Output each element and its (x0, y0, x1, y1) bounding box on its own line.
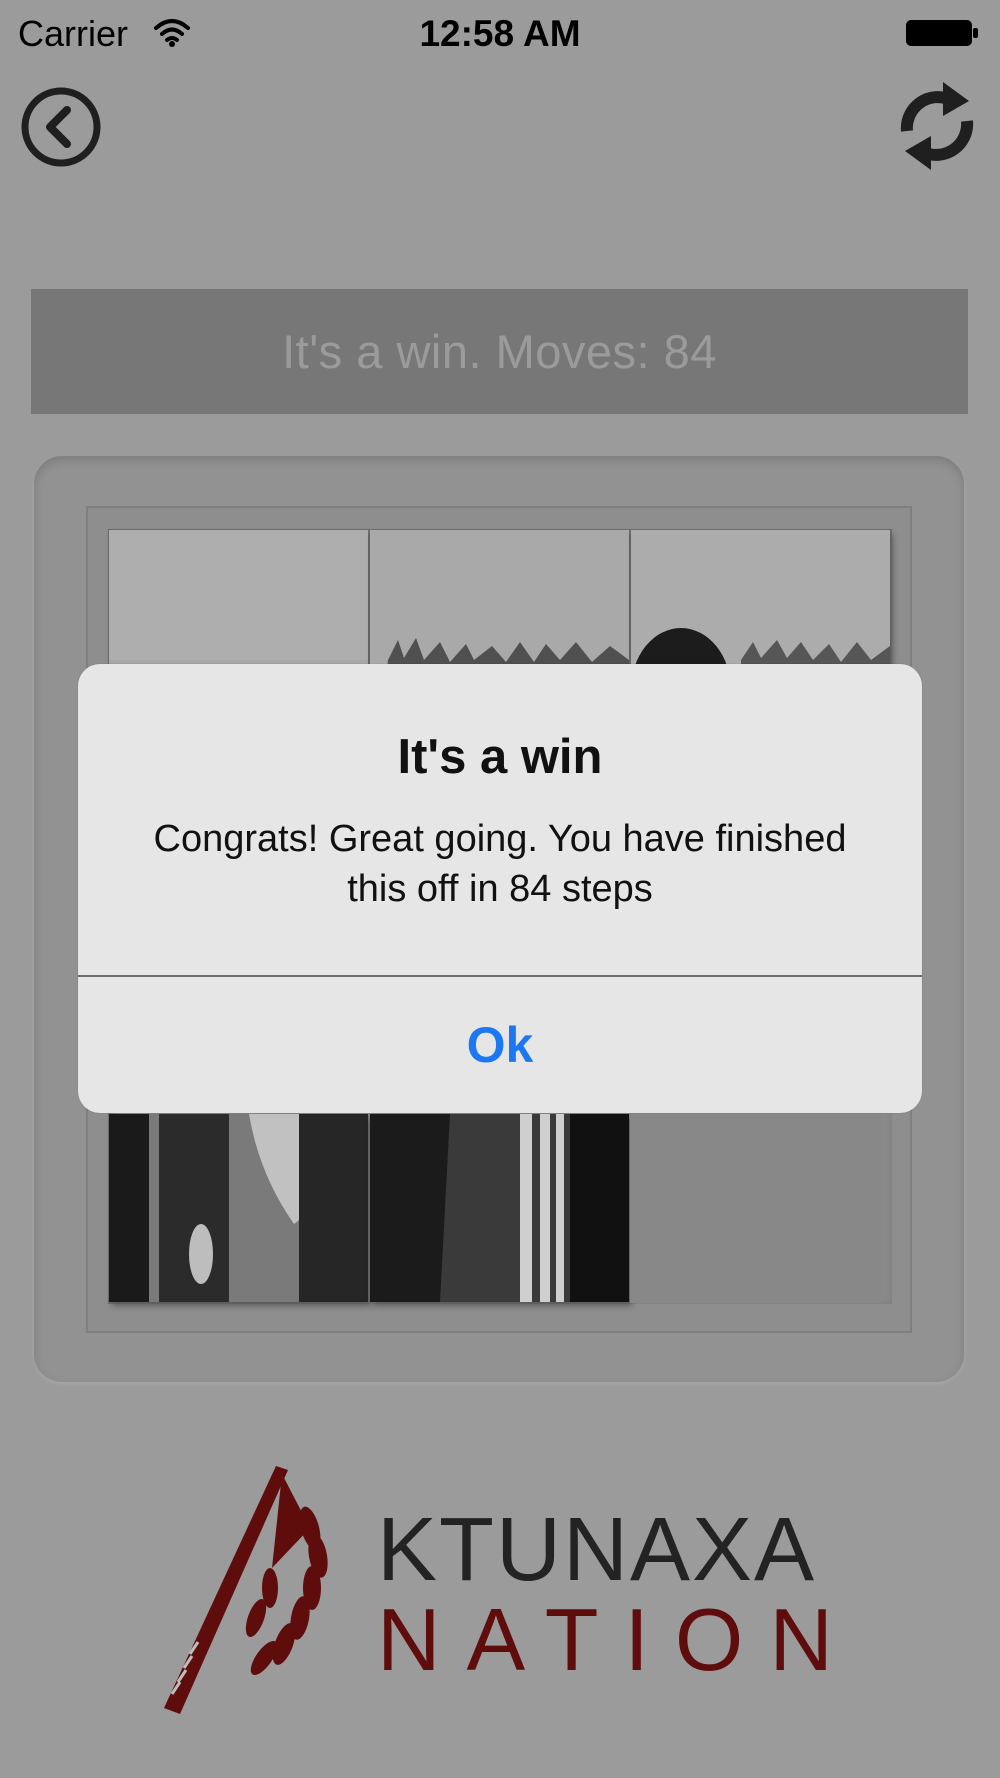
alert-title: It's a win (397, 730, 603, 784)
win-alert-dialog: It's a win Congrats! Great going. You ha… (78, 664, 922, 1113)
ok-button[interactable]: Ok (78, 977, 922, 1113)
alert-body: It's a win Congrats! Great going. You ha… (78, 664, 922, 976)
alert-message: Congrats! Great going. You have finished… (153, 818, 847, 910)
